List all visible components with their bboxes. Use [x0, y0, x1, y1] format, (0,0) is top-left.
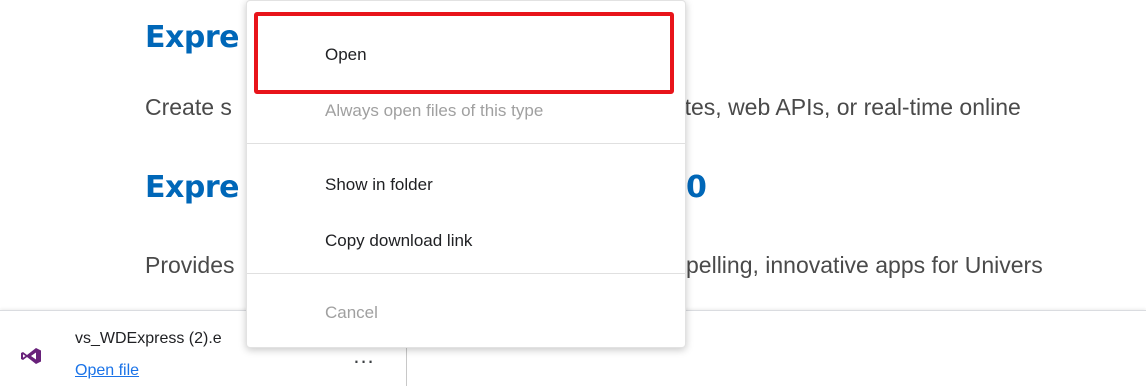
- menu-item-always-open: Always open files of this type: [247, 87, 685, 135]
- menu-item-open[interactable]: Open: [247, 31, 685, 79]
- menu-item-copy-download-link[interactable]: Copy download link: [247, 217, 685, 265]
- section-description-left: Create s: [145, 94, 232, 120]
- menu-item-label: Show in folder: [325, 175, 433, 194]
- section-description-left: Provides: [145, 252, 235, 278]
- section-heading-tail: 0: [686, 170, 707, 205]
- open-file-link[interactable]: Open file: [75, 362, 139, 380]
- menu-item-show-in-folder[interactable]: Show in folder: [247, 161, 685, 209]
- section-heading: Expre: [145, 20, 239, 55]
- page: Expre Create s sites, web APIs, or real-…: [0, 0, 1146, 386]
- download-filename: vs_WDExpress (2).e: [75, 330, 222, 347]
- more-options-button[interactable]: ...: [344, 345, 384, 375]
- section-description-right: pelling, innovative apps for Univers: [686, 252, 1043, 278]
- context-menu: Open Always open files of this type Show…: [246, 0, 686, 348]
- menu-item-label: Open: [325, 45, 367, 64]
- menu-divider: [247, 273, 685, 274]
- menu-item-label: Cancel: [325, 303, 378, 322]
- menu-item-label: Copy download link: [325, 231, 473, 250]
- menu-divider: [247, 143, 685, 144]
- menu-item-label: Always open files of this type: [325, 101, 544, 120]
- menu-item-cancel: Cancel: [247, 289, 685, 337]
- section-heading: Expre: [145, 170, 239, 205]
- visual-studio-icon: [21, 348, 41, 364]
- section-description-right: sites, web APIs, or real-time online: [668, 94, 1021, 120]
